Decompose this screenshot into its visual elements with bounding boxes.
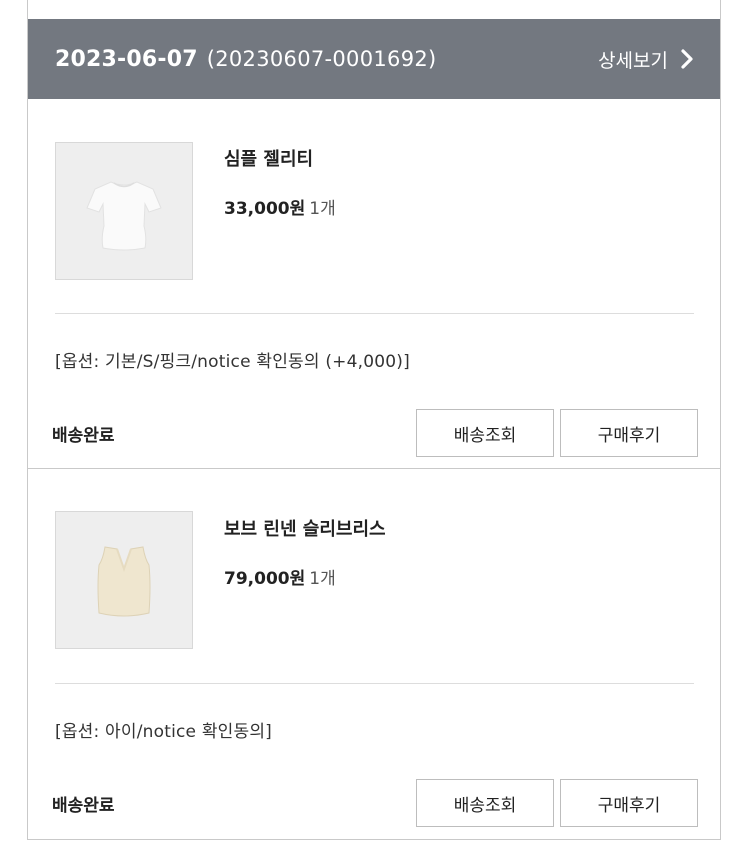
write-review-button[interactable]: 구매후기 [560, 409, 698, 457]
product-thumbnail[interactable] [55, 511, 193, 649]
delivery-status: 배송완료 [52, 426, 115, 446]
product-option: [옵션: 기본/S/핑크/notice 확인동의 (+4,000)] [55, 352, 410, 372]
product-option: [옵션: 아이/notice 확인동의] [55, 722, 273, 742]
track-delivery-button[interactable]: 배송조회 [416, 779, 554, 827]
order-item: 심플 젤리티 33,000원 1개 [옵션: 기본/S/핑크/notice 확인동… [28, 99, 720, 468]
write-review-button[interactable]: 구매후기 [560, 779, 698, 827]
white-tshirt-icon [86, 181, 162, 251]
order-header: 2023-06-07 (20230607-0001692) 상세보기 [28, 19, 720, 99]
product-price-row: 79,000원 1개 [224, 564, 336, 589]
chevron-right-icon [681, 49, 693, 69]
order-item: 보브 린넨 슬리브리스 79,000원 1개 [옵션: 아이/notice 확인동… [28, 469, 720, 840]
item-separator [55, 313, 694, 314]
order-number: (20230607-0001692) [206, 47, 437, 71]
product-price: 79,000원 [224, 569, 306, 589]
product-name[interactable]: 심플 젤리티 [224, 145, 313, 171]
product-quantity: 1개 [309, 199, 336, 219]
product-price-row: 33,000원 1개 [224, 194, 336, 219]
delivery-status: 배송완료 [52, 796, 115, 816]
track-delivery-button[interactable]: 배송조회 [416, 409, 554, 457]
order-date: 2023-06-07 [55, 46, 198, 72]
beige-vest-icon [97, 546, 151, 617]
product-thumbnail[interactable] [55, 142, 193, 280]
item-separator [55, 683, 694, 684]
order-detail-link[interactable]: 상세보기 [598, 46, 694, 73]
product-price: 33,000원 [224, 199, 306, 219]
product-quantity: 1개 [309, 569, 336, 589]
product-name[interactable]: 보브 린넨 슬리브리스 [224, 515, 386, 541]
order-detail-label: 상세보기 [598, 49, 668, 72]
